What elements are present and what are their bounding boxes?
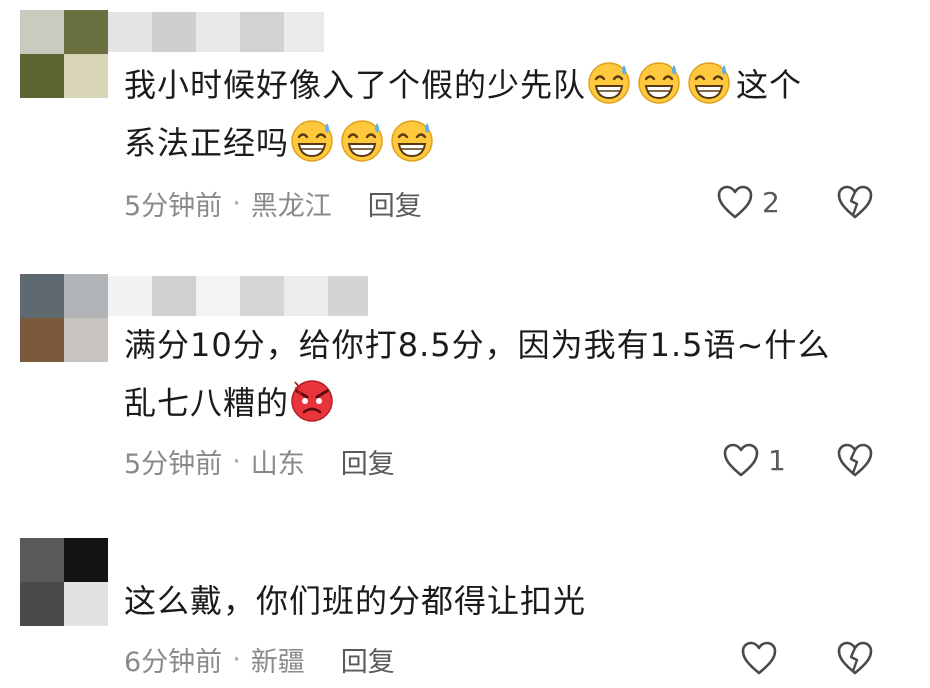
meta-separator: · xyxy=(232,446,241,477)
reply-button[interactable]: 回复 xyxy=(368,184,422,223)
comment-text-line1: 我小时候好像入了个假的少先队 xyxy=(124,66,587,104)
reply-button[interactable]: 回复 xyxy=(341,442,395,481)
grinning-sweat-emoji xyxy=(341,120,383,162)
like-button[interactable]: 2 xyxy=(716,184,780,220)
comment-list: 我小时候好像入了个假的少先队 这个 系法正经吗 5分钟前 · 黑龙江 回复 2 xyxy=(0,0,930,688)
like-button[interactable] xyxy=(740,640,778,676)
comment-text-line2: 系法正经吗 xyxy=(124,124,290,162)
comment-time: 6分钟前 xyxy=(124,647,223,678)
broken-heart-icon[interactable] xyxy=(836,442,874,478)
broken-heart-icon[interactable] xyxy=(836,184,874,220)
heart-icon xyxy=(741,641,777,675)
comment-item: 我小时候好像入了个假的少先队 这个 系法正经吗 5分钟前 · 黑龙江 回复 2 xyxy=(0,0,930,240)
comment-text-line1: 这么戴，你们班的分都得让扣光 xyxy=(124,582,587,620)
comment-meta: 6分钟前 · 新疆 回复 xyxy=(124,640,395,679)
like-count: 2 xyxy=(762,185,780,219)
comment-text: 我小时候好像入了个假的少先队 这个 系法正经吗 xyxy=(124,56,884,172)
avatar[interactable] xyxy=(20,538,108,626)
angry-face-emoji xyxy=(291,380,333,422)
comment-text-line1: 满分10分，给你打8.5分，因为我有1.5语~什么 xyxy=(124,326,831,364)
comment-meta: 5分钟前 · 山东 回复 xyxy=(124,442,395,481)
grinning-sweat-emoji xyxy=(291,120,333,162)
comment-text-line1-end: 这个 xyxy=(736,66,803,104)
meta-separator: · xyxy=(232,188,241,219)
avatar[interactable] xyxy=(20,274,108,362)
comment-item: 这么戴，你们班的分都得让扣光 6分钟前 · 新疆 回复 xyxy=(0,520,930,688)
avatar[interactable] xyxy=(20,10,108,98)
meta-separator: · xyxy=(232,644,241,675)
reply-button[interactable]: 回复 xyxy=(341,640,395,679)
broken-heart-icon[interactable] xyxy=(836,640,874,676)
grinning-sweat-emoji xyxy=(688,62,730,104)
grinning-sweat-emoji xyxy=(391,120,433,162)
comment-time: 5分钟前 xyxy=(124,191,223,222)
grinning-sweat-emoji xyxy=(638,62,680,104)
comment-text-line2: 乱七八糟的 xyxy=(124,384,290,422)
heart-icon xyxy=(723,443,759,477)
heart-icon xyxy=(717,185,753,219)
comment-location: 新疆 xyxy=(250,647,305,678)
comment-text: 满分10分，给你打8.5分，因为我有1.5语~什么 乱七八糟的 xyxy=(124,316,884,432)
username-mosaic[interactable] xyxy=(108,12,324,52)
comment-meta: 5分钟前 · 黑龙江 回复 xyxy=(124,184,422,223)
comment-location: 山东 xyxy=(250,449,305,480)
comment-time: 5分钟前 xyxy=(124,449,223,480)
like-count: 1 xyxy=(768,443,786,477)
comment-item: 满分10分，给你打8.5分，因为我有1.5语~什么 乱七八糟的 5分钟前 · 山… xyxy=(0,260,930,500)
comment-location: 黑龙江 xyxy=(250,191,332,222)
comment-text: 这么戴，你们班的分都得让扣光 xyxy=(124,572,884,630)
username-mosaic[interactable] xyxy=(108,276,368,316)
like-button[interactable]: 1 xyxy=(722,442,786,478)
grinning-sweat-emoji xyxy=(588,62,630,104)
